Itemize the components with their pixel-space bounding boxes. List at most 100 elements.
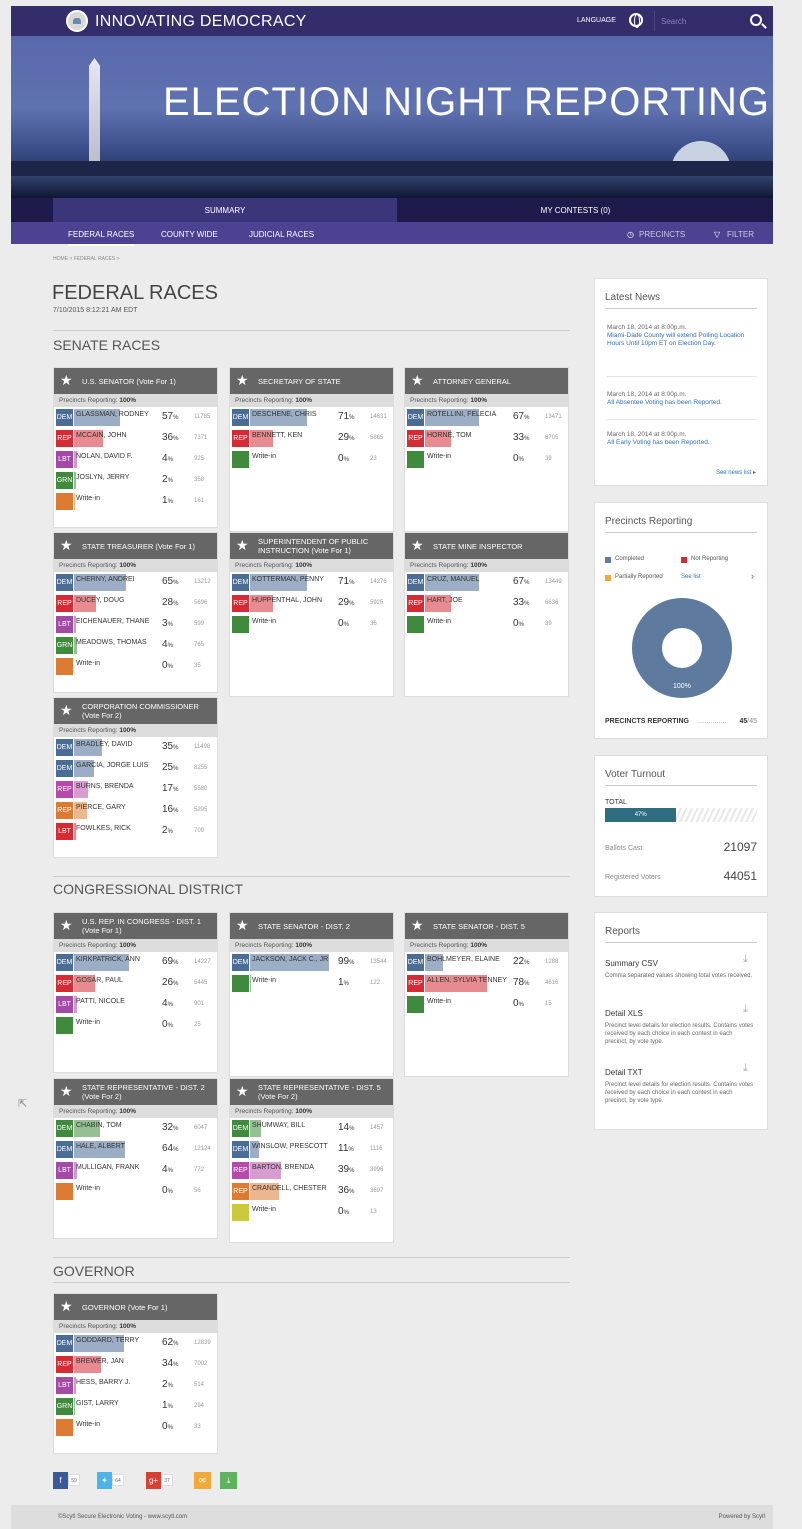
candidate-row[interactable]: GRN MEADOWS, THOMAS 4% 765	[54, 635, 217, 656]
filter-button[interactable]: FILTER	[727, 230, 754, 239]
candidate-row[interactable]: REP PIERCE, GARY 16% 5205	[54, 800, 217, 821]
star-icon[interactable]: ★	[60, 703, 73, 717]
candidate-row[interactable]: DEM CRUZ, MANUEL 67% 13449	[405, 572, 568, 593]
star-icon[interactable]: ★	[236, 538, 249, 552]
news-item[interactable]: March 18, 2014 at 8:00p.m. All Early Voti…	[607, 431, 757, 447]
contest-card[interactable]: ★ ATTORNEY GENERAL Precincts Reporting: 10…	[404, 367, 569, 532]
candidate-row[interactable]: Write-in 1% 161	[54, 491, 217, 512]
candidate-row[interactable]: Write-in 0% 15	[405, 994, 568, 1015]
star-icon[interactable]: ★	[236, 1084, 249, 1098]
contest-card[interactable]: ★ STATE MINE INSPECTOR Precincts Reporting…	[404, 532, 569, 697]
contest-card[interactable]: ★ STATE SENATOR - DIST. 2 Precincts Report…	[229, 912, 394, 1077]
candidate-row[interactable]: Write-in 0% 39	[405, 614, 568, 635]
tab-my-contests[interactable]: MY CONTESTS (0)	[398, 198, 753, 222]
globe-icon[interactable]	[629, 13, 643, 28]
candidate-row[interactable]: DEM GLASSMAN, RODNEY 57% 11785	[54, 407, 217, 428]
star-icon[interactable]: ★	[411, 918, 424, 932]
star-icon[interactable]: ★	[411, 538, 424, 552]
download-icon[interactable]: ⤓	[743, 953, 748, 966]
contest-header[interactable]: ★ ATTORNEY GENERAL	[405, 368, 568, 394]
candidate-row[interactable]: DEM KOTTERMAN, PENNY 71% 14276	[230, 572, 393, 593]
contest-card[interactable]: ★ STATE REPRESENTATIVE - DIST. 2 (Vote Fo…	[53, 1078, 218, 1239]
contest-card[interactable]: ★ U.S. SENATOR (Vote For 1) Precincts Repo…	[53, 367, 218, 528]
contest-card[interactable]: ★ STATE REPRESENTATIVE - DIST. 5 (Vote Fo…	[229, 1078, 394, 1243]
contest-card[interactable]: ★ STATE TREASURER (Vote For 1) Precincts R…	[53, 532, 218, 693]
candidate-row[interactable]: LBT MULLIGAN, FRANK 4% 772	[54, 1160, 217, 1181]
candidate-row[interactable]: Write-in 0% 23	[230, 449, 393, 470]
contest-header[interactable]: ★ U.S. SENATOR (Vote For 1)	[54, 368, 217, 394]
filter-icon[interactable]: ▽	[714, 230, 720, 239]
candidate-row[interactable]: REP MCCAIN, JOHN 36% 7371	[54, 428, 217, 449]
tab-judicial-races[interactable]: JUDICIAL RACES	[249, 230, 314, 239]
search-icon[interactable]	[750, 14, 762, 26]
candidate-row[interactable]: DEM GARCIA, JORGE LUIS 25% 8255	[54, 758, 217, 779]
candidate-row[interactable]: LBT FOWLKES, RICK 2% 709	[54, 821, 217, 842]
candidate-row[interactable]: REP DUCEY, DOUG 28% 5696	[54, 593, 217, 614]
contest-card[interactable]: ★ SUPERINTENDENT OF PUBLIC INSTRUCTION (V…	[229, 532, 394, 697]
candidate-row[interactable]: Write-in 0% 36	[230, 614, 393, 635]
contest-card[interactable]: ★ STATE SENATOR - DIST. 5 Precincts Report…	[404, 912, 569, 1077]
candidate-row[interactable]: Write-in 0% 13	[230, 1202, 393, 1223]
download-icon[interactable]: ⤓	[220, 1472, 237, 1489]
candidate-row[interactable]: REP BARTON, BRENDA 39% 3996	[230, 1160, 393, 1181]
candidate-row[interactable]: DEM BRADLEY, DAVID 35% 11498	[54, 737, 217, 758]
candidate-row[interactable]: DEM JACKSON, JACK C., JR 99% 13544	[230, 952, 393, 973]
candidate-row[interactable]: LBT PATTI, NICOLE 4% 901	[54, 994, 217, 1015]
precincts-button[interactable]: PRECINCTS	[639, 230, 685, 239]
clock-icon[interactable]: ◷	[627, 230, 634, 239]
candidate-row[interactable]: Write-in 0% 33	[54, 1417, 217, 1438]
candidate-row[interactable]: REP HUPPENTHAL, JOHN 29% 5925	[230, 593, 393, 614]
seal-logo[interactable]	[66, 10, 88, 32]
contest-header[interactable]: ★ STATE TREASURER (Vote For 1)	[54, 533, 217, 559]
contest-header[interactable]: ★ STATE REPRESENTATIVE - DIST. 5 (Vote Fo…	[230, 1079, 393, 1105]
candidate-row[interactable]: DEM DESCHENE, CHRIS 71% 14631	[230, 407, 393, 428]
report-summary-csv-link[interactable]: Summary CSV	[605, 959, 658, 968]
candidate-row[interactable]: DEM GODDARD, TERRY 62% 12839	[54, 1333, 217, 1354]
candidate-row[interactable]: DEM SHUMWAY, BILL 14% 1457	[230, 1118, 393, 1139]
candidate-row[interactable]: REP HART, JOE 33% 6636	[405, 593, 568, 614]
candidate-row[interactable]: REP BURNS, BRENDA 17% 5580	[54, 779, 217, 800]
candidate-row[interactable]: DEM WINSLOW, PRESCOTT 11% 1116	[230, 1139, 393, 1160]
candidate-row[interactable]: REP CRANDELL, CHESTER 36% 3697	[230, 1181, 393, 1202]
candidate-row[interactable]: REP HORNE, TOM 33% 6705	[405, 428, 568, 449]
star-icon[interactable]: ★	[411, 373, 424, 387]
contest-header[interactable]: ★ SECRETARY OF STATE	[230, 368, 393, 394]
chevron-right-icon[interactable]: ›	[751, 571, 754, 581]
star-icon[interactable]: ★	[60, 373, 73, 387]
candidate-row[interactable]: REP ALLEN, SYLVIA TENNEY 78% 4616	[405, 973, 568, 994]
see-list-link[interactable]: See list	[681, 574, 701, 580]
star-icon[interactable]: ★	[60, 538, 73, 552]
search-input[interactable]: Search	[654, 11, 764, 31]
see-news-list-link[interactable]: See news list ▸	[716, 469, 756, 476]
contest-card[interactable]: ★ SECRETARY OF STATE Precincts Reporting: …	[229, 367, 394, 532]
candidate-row[interactable]: REP BENNETT, KEN 29% 5865	[230, 428, 393, 449]
star-icon[interactable]: ★	[236, 918, 249, 932]
contest-card[interactable]: ★ GOVERNOR (Vote For 1) Precincts Reportin…	[53, 1293, 218, 1454]
report-detail-xls-link[interactable]: Detail XLS	[605, 1009, 643, 1018]
tab-summary[interactable]: SUMMARY	[53, 198, 397, 222]
breadcrumb[interactable]: HOME > FEDERAL RACES >	[53, 256, 120, 262]
brand-title[interactable]: INNOVATING DEMOCRACY	[95, 13, 307, 31]
candidate-row[interactable]: Write-in 0% 35	[54, 656, 217, 677]
email-icon[interactable]: ✉	[194, 1472, 211, 1489]
google-plus-icon[interactable]: g+	[146, 1472, 161, 1489]
candidate-row[interactable]: Write-in 1% 122	[230, 973, 393, 994]
candidate-row[interactable]: Write-in 0% 25	[54, 1015, 217, 1036]
twitter-icon[interactable]: ✦	[97, 1472, 112, 1489]
candidate-row[interactable]: DEM BOHLMEYER, ELAINE 22% 1288	[405, 952, 568, 973]
candidate-row[interactable]: REP GOSAR, PAUL 26% 5445	[54, 973, 217, 994]
footer-copyright[interactable]: ©Scytl Secure Electronic Voting - www.sc…	[58, 1514, 187, 1520]
candidate-row[interactable]: LBT EICHENAUER, THANE 3% 599	[54, 614, 217, 635]
candidate-row[interactable]: GRN JOSLYN, JERRY 2% 358	[54, 470, 217, 491]
candidate-row[interactable]: REP BREWER, JAN 34% 7002	[54, 1354, 217, 1375]
star-icon[interactable]: ★	[236, 373, 249, 387]
candidate-row[interactable]: Write-in 0% 56	[54, 1181, 217, 1202]
star-icon[interactable]: ★	[60, 1299, 73, 1313]
contest-header[interactable]: ★ STATE MINE INSPECTOR	[405, 533, 568, 559]
download-icon[interactable]: ⤓	[743, 1003, 748, 1016]
candidate-row[interactable]: DEM CHERNY, ANDREI 65% 13212	[54, 572, 217, 593]
candidate-row[interactable]: GRN GIST, LARRY 1% 294	[54, 1396, 217, 1417]
language-label[interactable]: LANGUAGE	[577, 17, 616, 24]
candidate-row[interactable]: DEM KIRKPATRICK, ANN 69% 14227	[54, 952, 217, 973]
tab-county-wide[interactable]: COUNTY WIDE	[161, 230, 218, 239]
